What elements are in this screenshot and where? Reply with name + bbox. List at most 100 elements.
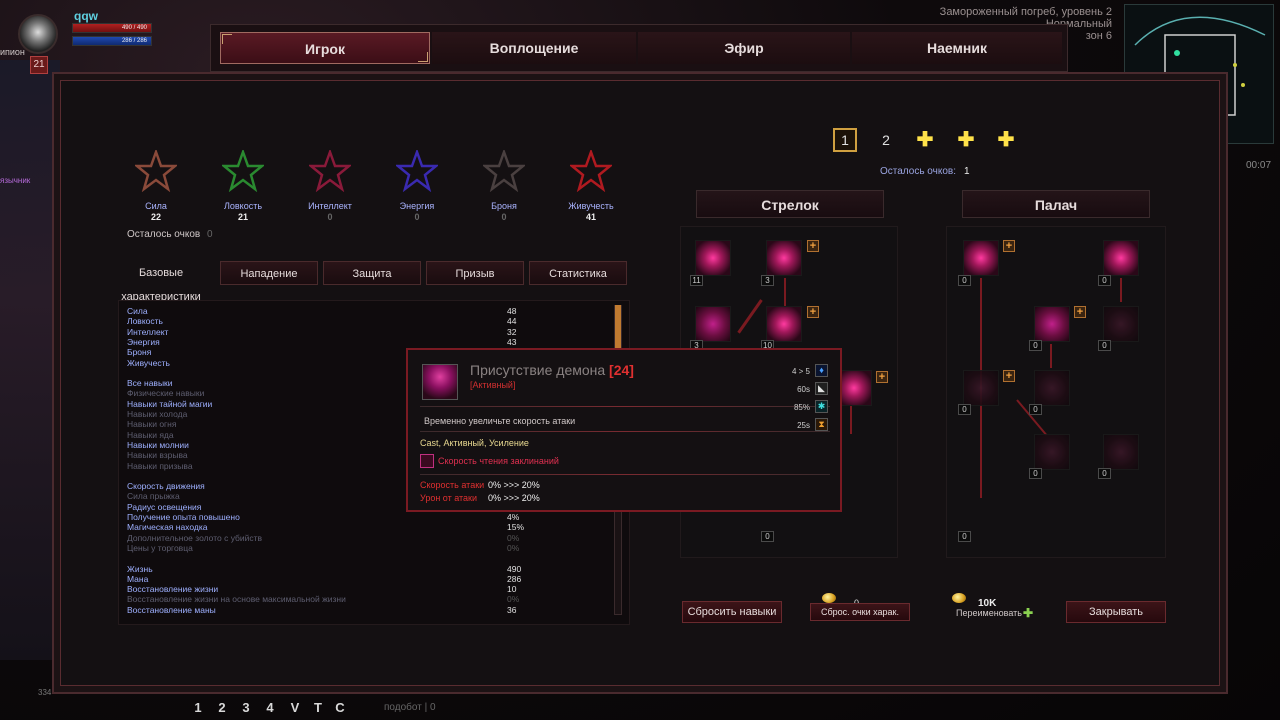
skill-icon-blood-blade[interactable] <box>1103 240 1139 276</box>
skill-plus-button[interactable]: + <box>807 306 819 318</box>
tab-corner-decoration <box>418 52 428 62</box>
skill-icon-spread-shot[interactable] <box>766 306 802 342</box>
skill-link <box>1050 344 1052 368</box>
add-skill-page-icon[interactable]: ✚ <box>995 129 1017 151</box>
close-button[interactable]: Закрывать <box>1066 601 1166 623</box>
stat-row: Интеллект 32 <box>127 327 527 337</box>
attribute-points-value: 0 <box>207 229 213 240</box>
attribute-points-remaining: Осталось очков 0 <box>127 229 213 240</box>
stat-name: Ловкость <box>127 316 163 327</box>
skill-icon-demon-presence[interactable] <box>963 240 999 276</box>
stat-name: Восстановление жизни <box>127 584 219 595</box>
player-level-badge: 21 <box>30 56 48 74</box>
rename-button[interactable]: Переименовать <box>956 608 1022 618</box>
hotkey-1[interactable]: 1 <box>190 700 206 716</box>
skill-level: 0 <box>958 531 971 542</box>
reset-attributes-button[interactable]: Сброс. очки харак. <box>810 603 910 621</box>
hotkey-c[interactable]: C <box>332 700 348 716</box>
hotkey-v[interactable]: V <box>287 700 303 716</box>
stat-name: Навыки огня <box>127 419 177 430</box>
skill-page-2[interactable]: 2 <box>874 128 898 152</box>
attribute-strength[interactable]: Сила 22 <box>121 148 191 222</box>
health-bar: 490 / 490 <box>72 23 152 33</box>
pentagram-icon <box>307 148 353 193</box>
subtab-base-stats[interactable]: Базовые характеристики <box>106 261 216 303</box>
subtab-offense[interactable]: Нападение <box>220 261 318 285</box>
rename-plus-icon[interactable]: ✚ <box>1023 606 1033 620</box>
stat-name: Интеллект <box>127 326 169 337</box>
skill-page-1[interactable]: 1 <box>833 128 857 152</box>
add-skill-page-icon[interactable]: ✚ <box>914 129 936 151</box>
add-skill-page-icon[interactable]: ✚ <box>955 129 977 151</box>
pentagram-icon <box>481 148 527 193</box>
skill-plus-button[interactable]: + <box>1003 370 1015 382</box>
skill-link <box>784 278 786 308</box>
attribute-vitality[interactable]: Живучесть 41 <box>556 148 626 222</box>
skill-icon-locked[interactable] <box>1034 434 1070 470</box>
skill-level: 3 <box>761 275 774 286</box>
stat-value: 32 <box>507 326 517 337</box>
hotkey-t[interactable]: T <box>310 700 326 716</box>
skill-icon-demon-hand[interactable] <box>695 306 731 342</box>
hotkey-3[interactable]: 3 <box>238 700 254 716</box>
skill-icon-locked[interactable] <box>1103 434 1139 470</box>
skill-plus-button[interactable]: + <box>1074 306 1086 318</box>
attribute-points-label: Осталось очков <box>127 229 201 240</box>
game-timer: 00:07 <box>1246 160 1272 171</box>
tooltip-stat-name: Урон от атаки <box>420 493 478 503</box>
stat-row: Ловкость 44 <box>127 316 527 326</box>
hotkey-2[interactable]: 2 <box>214 700 230 716</box>
skill-plus-button[interactable]: + <box>807 240 819 252</box>
stat-name: Физические навыки <box>127 388 205 399</box>
tab-incarnation[interactable]: Воплощение <box>432 32 636 64</box>
tab-mercenary[interactable]: Наемник <box>852 32 1062 64</box>
skill-icon-fiend[interactable] <box>1034 306 1070 342</box>
reset-skills-button[interactable]: Сбросить навыки <box>682 601 782 623</box>
skill-points-value: 1 <box>964 166 970 177</box>
duration-icon: ⧗ <box>815 418 828 431</box>
skill-icon-locked[interactable] <box>1103 306 1139 342</box>
attribute-intellect[interactable]: Интеллект 0 <box>295 148 365 222</box>
stat-name: Навыки взрыва <box>127 450 188 461</box>
cast-icon: ✱ <box>815 400 828 413</box>
attribute-dexterity[interactable]: Ловкость 21 <box>208 148 278 222</box>
subtab-statistics[interactable]: Статистика <box>529 261 627 285</box>
stat-name: Восстановление жизни на основе максималь… <box>127 594 346 605</box>
tree-title-marksman: Стрелок <box>696 190 884 218</box>
stat-row: Цены у торговца 0% <box>127 543 527 553</box>
skill-level: 0 <box>1029 468 1042 479</box>
skill-icon-locked[interactable] <box>1034 370 1070 406</box>
pentagram-shape <box>220 148 266 193</box>
pentagram-icon <box>133 148 179 193</box>
tooltip-divider <box>420 474 830 475</box>
stat-scrollbar-thumb[interactable] <box>615 305 621 351</box>
pentagram-shape <box>481 148 527 193</box>
tooltip-divider <box>420 431 830 432</box>
subtab-summon[interactable]: Призыв <box>426 261 524 285</box>
skill-link <box>850 406 852 434</box>
skill-icon-multishot[interactable] <box>766 240 802 276</box>
stat-value: 15% <box>507 522 525 533</box>
skill-icon-arcane-shot[interactable] <box>695 240 731 276</box>
skill-icon-locked[interactable] <box>963 370 999 406</box>
subtab-defense[interactable]: Защита <box>323 261 421 285</box>
attribute-armor[interactable]: Броня 0 <box>469 148 539 222</box>
hotkey-4[interactable]: 4 <box>262 700 278 716</box>
attribute-energy[interactable]: Энергия 0 <box>382 148 452 222</box>
stat-row: Восстановление жизни на основе максималь… <box>127 594 527 604</box>
stat-name: Все навыки <box>127 378 173 389</box>
cast-speed-icon <box>420 454 434 468</box>
skill-plus-button[interactable]: + <box>1003 240 1015 252</box>
tab-player[interactable]: Игрок <box>220 32 430 64</box>
health-text: 490 / 490 <box>121 25 147 31</box>
skill-plus-button[interactable]: + <box>876 371 888 383</box>
stat-value: 43 <box>507 336 517 347</box>
tooltip-effect: Скорость чтения заклинаний <box>438 456 559 466</box>
attribute-label: Энергия <box>399 201 435 211</box>
tab-ether[interactable]: Эфир <box>638 32 850 64</box>
stat-name: Навыки молнии <box>127 439 189 450</box>
player-name: qqw <box>74 9 98 23</box>
skill-level: 0 <box>1098 275 1111 286</box>
stat-value: 0% <box>507 542 520 553</box>
attribute-label: Ловкость <box>223 201 263 211</box>
